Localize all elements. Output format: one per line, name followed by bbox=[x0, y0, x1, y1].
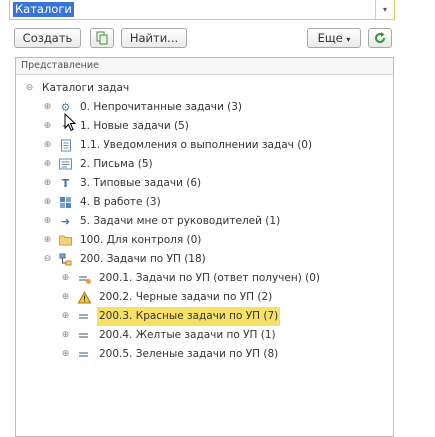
copy-icon bbox=[96, 31, 108, 45]
copy-button[interactable] bbox=[90, 28, 114, 48]
tree-subitem-label: 200.3. Красные задачи по УП (7) bbox=[97, 307, 281, 326]
tree-subitem-label: 200.2. Черные задачи по УП (2) bbox=[99, 291, 273, 303]
collapse-icon[interactable]: ⊖ bbox=[25, 84, 34, 93]
more-button-label: Еще bbox=[317, 31, 343, 45]
tree-item-label: 100. Для контроля (0) bbox=[80, 234, 202, 246]
folder-icon bbox=[59, 234, 72, 247]
notification-icon bbox=[59, 139, 72, 152]
expand-icon[interactable]: ⊕ bbox=[43, 198, 52, 207]
tree-item[interactable]: ⊕ ➜ 5. Задачи мне от руководителей (1) bbox=[16, 212, 393, 231]
hierarchy-icon bbox=[59, 253, 72, 266]
in-progress-icon bbox=[59, 196, 72, 209]
tree-item[interactable]: ⊕ 100. Для контроля (0) bbox=[16, 231, 393, 250]
refresh-button[interactable] bbox=[368, 28, 392, 48]
typical-tasks-icon: T bbox=[61, 177, 70, 190]
tree-root[interactable]: ⊖ Каталоги задач bbox=[16, 79, 393, 98]
expand-icon[interactable]: ⊕ bbox=[43, 103, 52, 112]
tree-item[interactable]: ⊖ 200. Задачи по УП (18) bbox=[16, 250, 393, 269]
dropdown-arrow-icon[interactable]: ▾ bbox=[375, 0, 394, 19]
tree-item[interactable]: ⊕ 2. Письма (5) bbox=[16, 155, 393, 174]
refresh-icon bbox=[375, 32, 386, 44]
green-flag-icon bbox=[78, 348, 91, 361]
create-button[interactable]: Создать bbox=[14, 28, 81, 48]
tree-item[interactable]: ⊕ 4. В работе (3) bbox=[16, 193, 393, 212]
expand-icon[interactable]: ⊕ bbox=[43, 141, 52, 150]
manager-tasks-icon: ➜ bbox=[60, 215, 71, 228]
tree-subitem[interactable]: ⊕ 200.5. Зеленые задачи по УП (8) bbox=[16, 345, 393, 364]
tree-subitem[interactable]: ⊕ 200.2. Черные задачи по УП (2) bbox=[16, 288, 393, 307]
red-flag-icon bbox=[78, 310, 91, 323]
yellow-flag-icon bbox=[78, 329, 91, 342]
catalog-selector-value[interactable]: Каталоги bbox=[13, 2, 74, 17]
tree-item-label: 1.1. Уведомления о выполнении задач (0) bbox=[80, 139, 313, 151]
tree-subitem[interactable]: ⊕ 200.1. Задачи по УП (ответ получен) (0… bbox=[16, 269, 393, 288]
tree-item[interactable]: ⊕ 1.1. Уведомления о выполнении задач (0… bbox=[16, 136, 393, 155]
letters-icon bbox=[59, 158, 72, 171]
tree-subitem-label: 200.4. Желтые задачи по УП (1) bbox=[99, 329, 276, 341]
tree-subitem-label: 200.1. Задачи по УП (ответ получен) (0) bbox=[99, 272, 321, 284]
tree-root-label: Каталоги задач bbox=[42, 82, 130, 94]
tree-item-label: 2. Письма (5) bbox=[80, 158, 153, 170]
expand-icon[interactable]: ⊕ bbox=[43, 236, 52, 245]
mouse-cursor-icon bbox=[64, 113, 76, 132]
expand-icon[interactable]: ⊕ bbox=[43, 179, 52, 188]
expand-icon[interactable]: ⊕ bbox=[43, 122, 52, 131]
catalog-selector[interactable]: Каталоги ▾ bbox=[9, 0, 395, 20]
expand-icon[interactable]: ⊕ bbox=[43, 217, 52, 226]
expand-icon[interactable]: ⊕ bbox=[61, 331, 70, 340]
warning-icon bbox=[77, 290, 92, 304]
find-button[interactable]: Найти... bbox=[121, 28, 187, 48]
expand-icon[interactable]: ⊕ bbox=[61, 274, 70, 283]
tree-column-header: Представление bbox=[16, 58, 393, 75]
collapse-icon[interactable]: ⊖ bbox=[43, 255, 52, 264]
answered-icon bbox=[78, 272, 91, 285]
tree-item-label: 3. Типовые задачи (6) bbox=[80, 177, 202, 189]
tree-subitem-label: 200.5. Зеленые задачи по УП (8) bbox=[99, 348, 279, 360]
expand-icon[interactable]: ⊕ bbox=[61, 312, 70, 321]
tree-item-label: 1. Новые задачи (5) bbox=[80, 120, 189, 132]
tree-item[interactable]: ⊕ T 3. Типовые задачи (6) bbox=[16, 174, 393, 193]
tree-subitem-selected[interactable]: ⊕ 200.3. Красные задачи по УП (7) bbox=[16, 307, 393, 326]
tree-item-label: 200. Задачи по УП (18) bbox=[80, 253, 206, 265]
expand-icon[interactable]: ⊕ bbox=[61, 293, 70, 302]
chevron-down-icon: ▾ bbox=[346, 35, 351, 44]
tree-subitem[interactable]: ⊕ 200.4. Желтые задачи по УП (1) bbox=[16, 326, 393, 345]
tree-item-label: 5. Задачи мне от руководителей (1) bbox=[80, 215, 281, 227]
more-button[interactable]: Еще ▾ bbox=[307, 28, 361, 48]
tree-item-label: 0. Непрочитанные задачи (3) bbox=[80, 101, 243, 113]
expand-icon[interactable]: ⊕ bbox=[61, 350, 70, 359]
expand-icon[interactable]: ⊕ bbox=[43, 160, 52, 169]
tree-item-label: 4. В работе (3) bbox=[80, 196, 161, 208]
